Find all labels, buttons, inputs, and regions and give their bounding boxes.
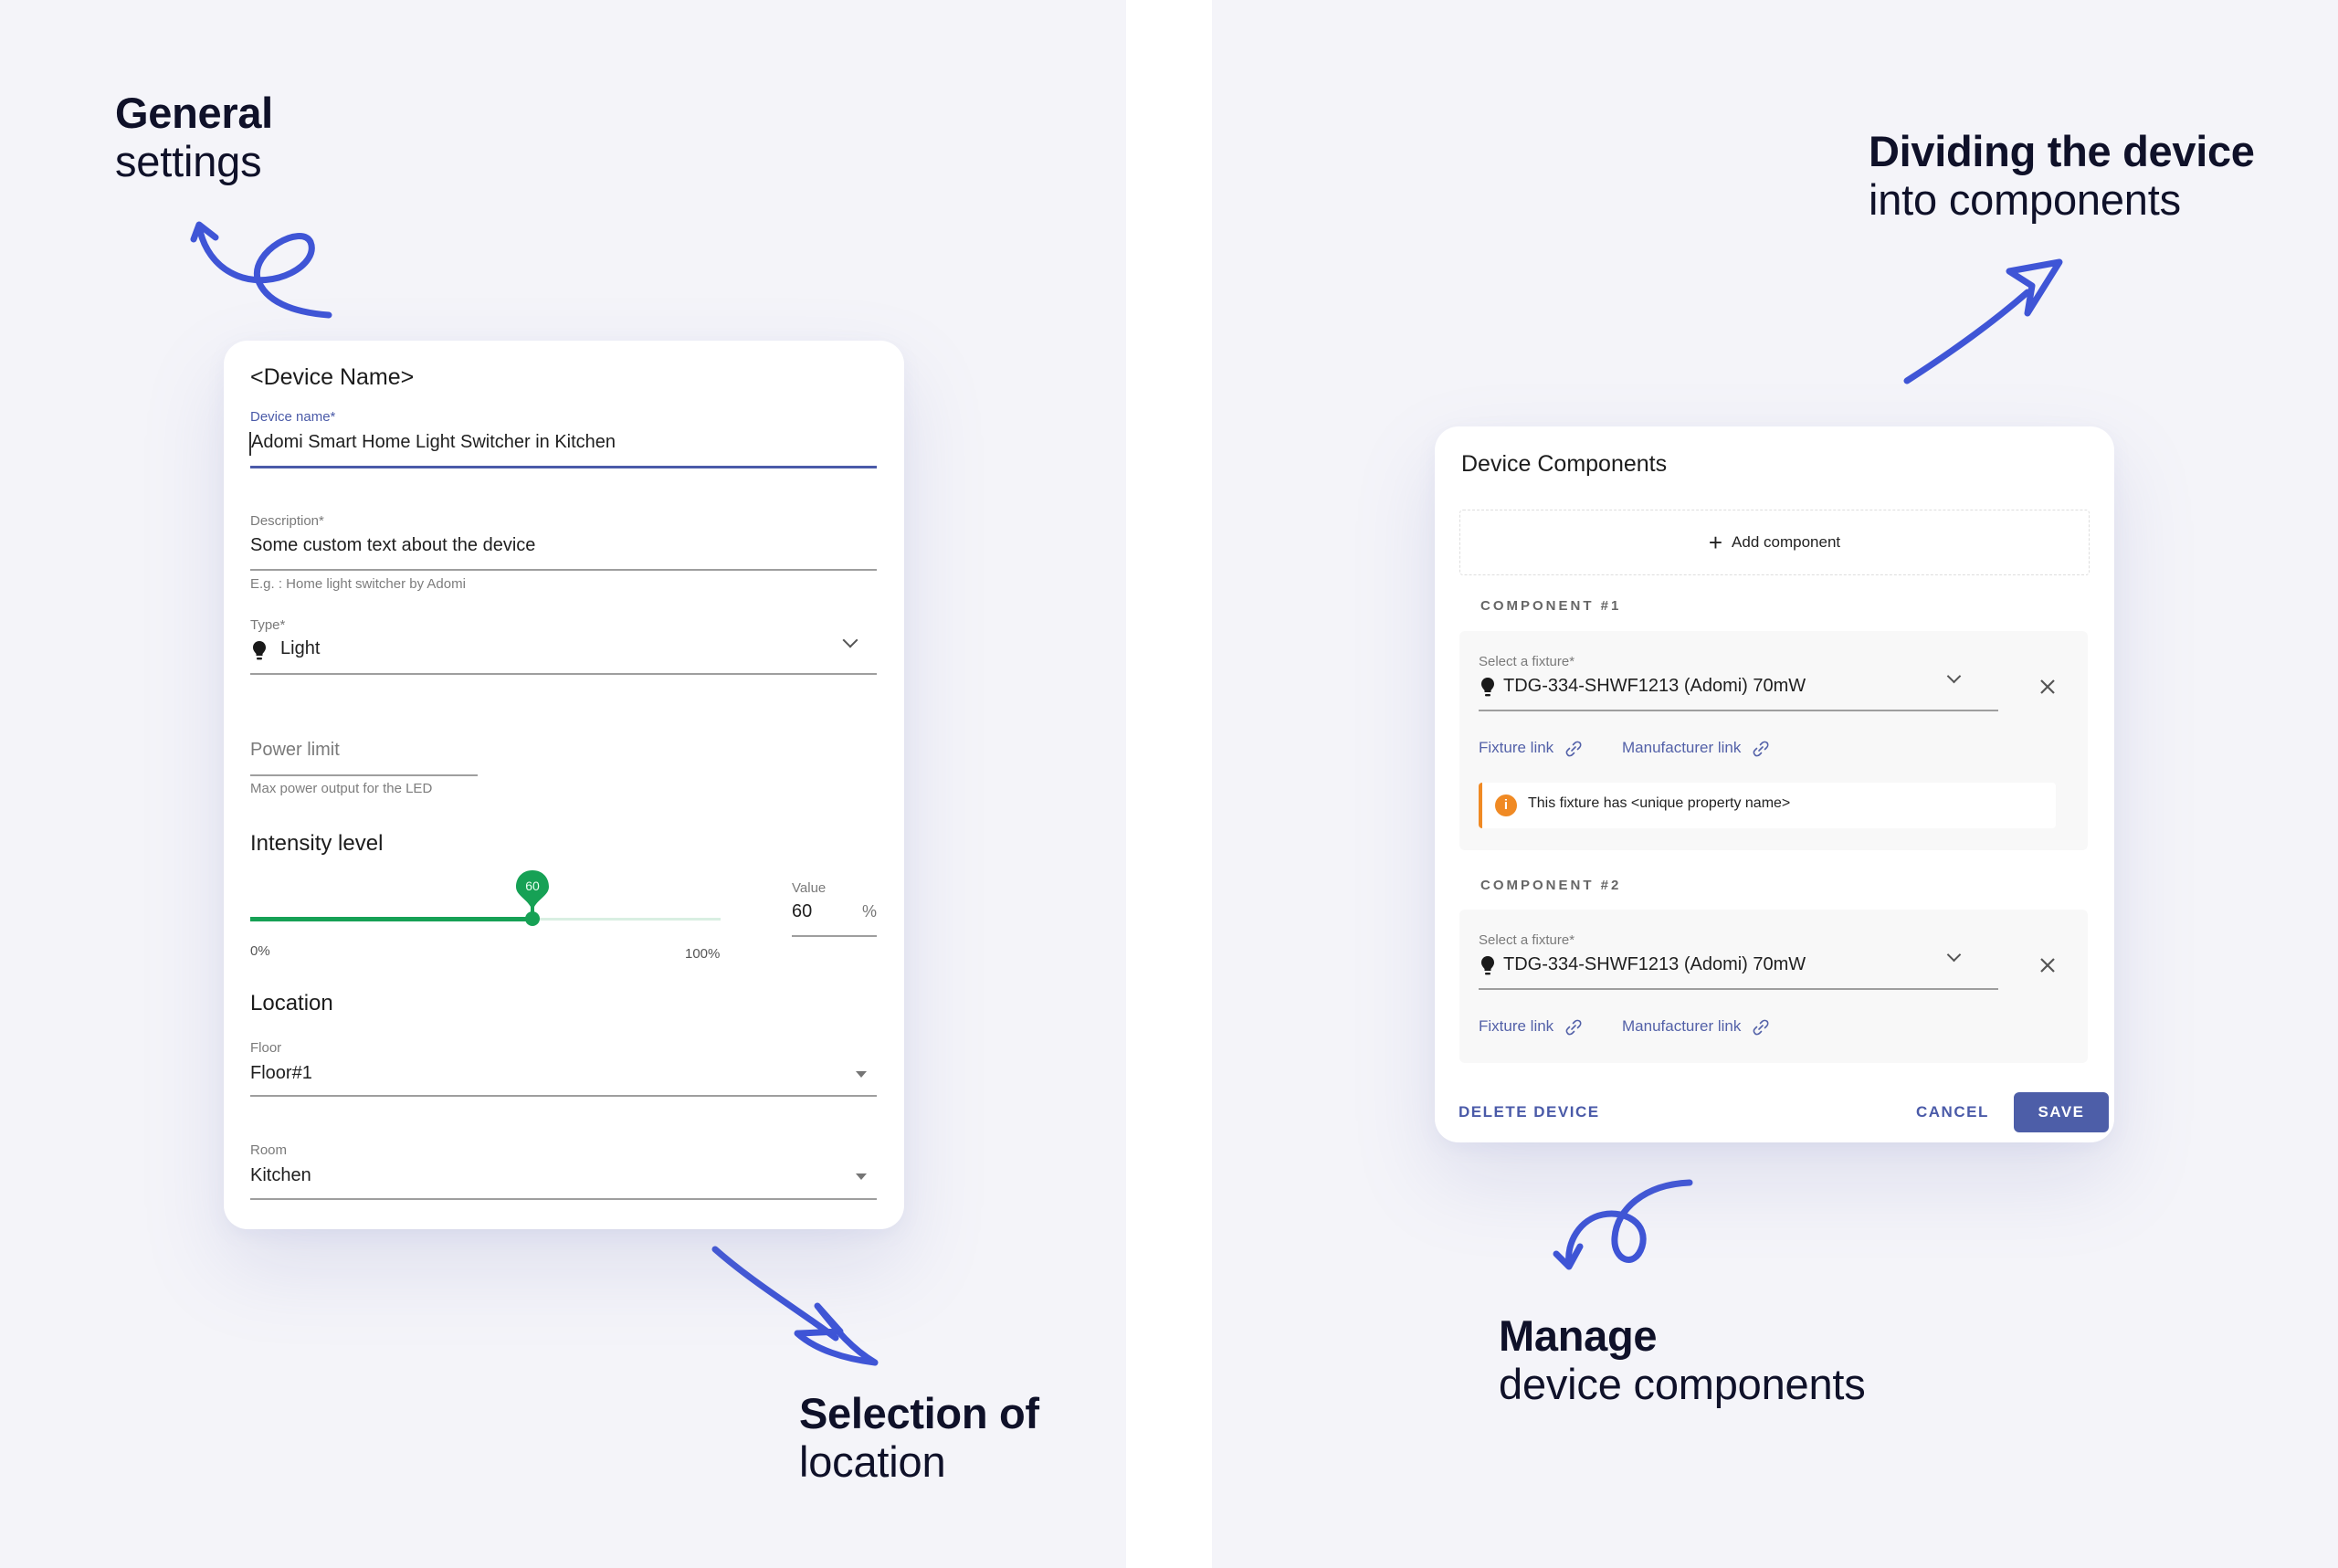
slider-max-label: 100% (685, 946, 721, 962)
manufacturer-link[interactable]: Manufacturer link (1622, 1017, 1769, 1036)
slider-fill (250, 917, 532, 921)
power-limit-underline (250, 774, 478, 776)
fixture-link-label: Fixture link (1479, 739, 1554, 756)
annotation-bold: Dividing the device (1869, 127, 2255, 175)
plus-icon: + (1708, 529, 1723, 556)
fixture-link[interactable]: Fixture link (1479, 1017, 1582, 1036)
link-icon (1753, 741, 1769, 756)
close-icon[interactable] (2038, 678, 2057, 696)
power-limit-input[interactable]: Power limit (250, 740, 340, 761)
panel-divider (1126, 0, 1212, 1568)
fixture-underline (1479, 988, 1998, 990)
fixture-label: Select a fixture* (1479, 654, 1575, 669)
floor-label: Floor (250, 1040, 282, 1056)
component-item: Select a fixture* TDG-334-SHWF1213 (Adom… (1459, 631, 2088, 850)
value-input[interactable]: 60 (792, 901, 812, 922)
chevron-down-icon[interactable] (1946, 668, 1962, 684)
location-heading: Location (250, 991, 333, 1016)
annotation-regular: location (799, 1436, 946, 1486)
cancel-button[interactable]: CANCEL (1916, 1103, 1989, 1121)
annotation-general-settings: General settings (115, 89, 273, 185)
component-item: Select a fixture* TDG-334-SHWF1213 (Adom… (1459, 910, 2088, 1063)
link-icon (1565, 1019, 1582, 1035)
device-components-card: Device Components + Add component COMPON… (1435, 426, 2114, 1142)
value-unit: % (862, 902, 878, 921)
device-name-label: Device name* (250, 409, 336, 425)
link-icon (1753, 1019, 1769, 1035)
dropdown-arrow-icon[interactable] (856, 1173, 867, 1180)
description-label: Description* (250, 513, 324, 529)
chevron-down-icon[interactable] (842, 632, 858, 648)
slider-pin-text: 60 (525, 879, 540, 893)
manufacturer-link-label: Manufacturer link (1622, 1017, 1742, 1035)
arrow-down-right-icon (711, 1246, 879, 1366)
power-limit-hint: Max power output for the LED (250, 781, 433, 796)
slider-value-label: 60 (514, 870, 551, 916)
fixture-link-label: Fixture link (1479, 1017, 1554, 1035)
device-name-input[interactable]: Adomi Smart Home Light Switcher in Kitch… (251, 432, 616, 453)
fixture-value: TDG-334-SHWF1213 (Adomi) 70mW (1503, 676, 1806, 696)
description-hint: E.g. : Home light switcher by Adomi (250, 576, 466, 592)
fixture-link[interactable]: Fixture link (1479, 739, 1582, 757)
curly-arrow-icon (1553, 1179, 1693, 1270)
lightbulb-icon (1481, 678, 1494, 697)
value-label: Value (792, 880, 827, 896)
add-component-label: Add component (1732, 533, 1841, 551)
manufacturer-link[interactable]: Manufacturer link (1622, 739, 1769, 757)
lightbulb-icon (253, 641, 266, 660)
floor-value: Floor#1 (250, 1063, 312, 1083)
fixture-label: Select a fixture* (1479, 932, 1575, 948)
type-label: Type* (250, 617, 286, 633)
intensity-heading: Intensity level (250, 831, 384, 856)
floor-underline (250, 1095, 877, 1097)
slider-pin-icon (516, 870, 549, 916)
annotation-dividing-device: Dividing the device into components (1869, 127, 2255, 224)
component-heading: COMPONENT #2 (1480, 878, 1622, 893)
close-icon[interactable] (2038, 956, 2057, 974)
annotation-regular: settings (115, 136, 262, 185)
chevron-down-icon[interactable] (1946, 947, 1962, 963)
annotation-manage-components: Manage device components (1499, 1311, 1866, 1408)
arrow-up-right-icon (1890, 251, 2063, 384)
curly-arrow-icon (190, 221, 332, 319)
room-value: Kitchen (250, 1165, 311, 1185)
lightbulb-icon (1481, 956, 1494, 975)
intensity-slider[interactable]: 60 (250, 870, 721, 943)
delete-device-button[interactable]: DELETE DEVICE (1459, 1103, 1600, 1121)
link-icon (1565, 741, 1582, 756)
slider-min-label: 0% (250, 943, 270, 959)
annotation-selection-of-location: Selection of location (799, 1389, 1039, 1486)
general-settings-card: <Device Name> Device name* Adomi Smart H… (224, 341, 904, 1229)
annotation-bold: Selection of (799, 1389, 1039, 1437)
annotation-bold: General (115, 89, 273, 137)
annotation-regular: device components (1499, 1359, 1866, 1408)
notice-banner: i This fixture has <unique property name… (1479, 783, 2056, 828)
dropdown-arrow-icon[interactable] (856, 1071, 867, 1078)
room-underline (250, 1198, 877, 1200)
fixture-underline (1479, 710, 1998, 711)
notice-text: This fixture has <unique property name> (1528, 795, 1791, 811)
description-underline (250, 569, 877, 571)
room-label: Room (250, 1142, 288, 1158)
fixture-value: TDG-334-SHWF1213 (Adomi) 70mW (1503, 954, 1806, 974)
value-underline (792, 935, 877, 937)
annotation-bold: Manage (1499, 1311, 1658, 1360)
component-heading: COMPONENT #1 (1480, 598, 1622, 614)
info-icon: i (1495, 795, 1517, 816)
card-title: <Device Name> (250, 364, 415, 390)
save-button[interactable]: SAVE (2014, 1092, 2109, 1132)
type-underline (250, 673, 877, 675)
description-input[interactable]: Some custom text about the device (250, 535, 535, 556)
manufacturer-link-label: Manufacturer link (1622, 739, 1742, 756)
device-name-underline (250, 466, 877, 468)
type-value: Light (280, 638, 321, 658)
add-component-button[interactable]: + Add component (1459, 510, 2090, 575)
annotation-regular: into components (1869, 174, 2181, 224)
card-title: Device Components (1461, 451, 1668, 477)
